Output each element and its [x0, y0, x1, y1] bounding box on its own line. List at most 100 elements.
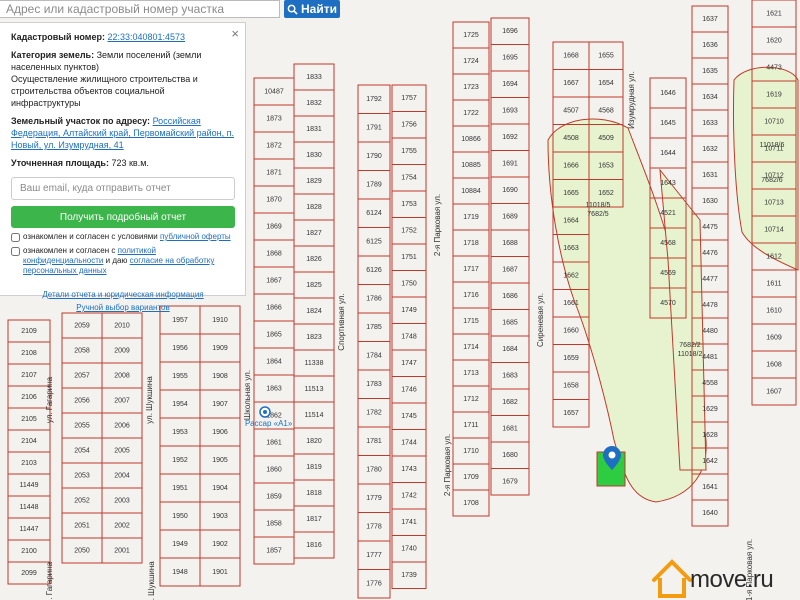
parcel-label: 1660	[563, 328, 579, 335]
parcel-label: 1830	[306, 152, 322, 159]
parcel-label: 1833	[306, 74, 322, 81]
get-report-button[interactable]: Получить подробный отчет	[11, 206, 235, 228]
parcel-label: 1645	[660, 120, 676, 127]
parcel-label: 1831	[306, 126, 322, 133]
search-button[interactable]: Найти	[284, 0, 340, 18]
parcel-label: 1631	[702, 172, 718, 179]
parcel-label: 2009	[114, 347, 130, 354]
parcel-label: 1829	[306, 178, 322, 185]
parcel-label: 2107	[21, 372, 37, 379]
parcel-label: 1684	[502, 346, 518, 353]
parcel-label: 2105	[21, 416, 37, 423]
special-parcel-label: 7682/5	[587, 211, 609, 218]
parcel-label: 1951	[172, 485, 188, 492]
consent-privacy-text: ознакомлен и согласен с политикой конфид…	[23, 246, 235, 276]
parcel-label: 1792	[366, 96, 382, 103]
area-row: Уточненная площадь: 723 кв.м.	[11, 157, 235, 169]
details-link[interactable]: Детали отчета и юридическая информация	[42, 290, 203, 299]
street-label: 2-я Парковая ул.	[433, 194, 442, 256]
parcel-label: 1953	[172, 429, 188, 436]
category-label: Категория земель:	[11, 50, 95, 60]
offer-link[interactable]: публичной оферты	[160, 232, 231, 241]
cadastral-label: Кадастровый номер:	[11, 32, 105, 42]
parcel-label: 1712	[463, 396, 479, 403]
parcel-label: 1783	[366, 381, 382, 388]
parcel-label: 2007	[114, 397, 130, 404]
poi-marker-icon[interactable]	[259, 406, 271, 418]
parcel-label: 1723	[463, 84, 479, 91]
parcel-label: 1756	[401, 122, 417, 129]
parcel-label: 1629	[702, 406, 718, 413]
consent-offer-checkbox[interactable]	[11, 233, 20, 242]
parcel-label: 1955	[172, 373, 188, 380]
parcel-label: 1692	[502, 134, 518, 141]
parcel-label: 1680	[502, 452, 518, 459]
parcel-label: 1823	[306, 334, 322, 341]
parcel-label: 1644	[660, 150, 676, 157]
parcel-label: 1860	[266, 466, 282, 473]
search-bar: Найти	[0, 0, 342, 18]
parcel-label: 1682	[502, 399, 518, 406]
parcel-label: 1870	[266, 196, 282, 203]
parcel-label: 1690	[502, 187, 518, 194]
parcel-label: 1786	[366, 296, 382, 303]
cadastral-number-link[interactable]: 22:33:040801:4573	[107, 32, 185, 42]
parcel-label: 1873	[266, 115, 282, 122]
parcel-label: 1740	[401, 546, 417, 553]
email-input[interactable]	[11, 177, 235, 200]
parcel-label: 4558	[702, 380, 718, 387]
consent-privacy-checkbox[interactable]	[11, 247, 20, 256]
parcel-label: 1819	[306, 464, 322, 471]
parcel-label: 1722	[463, 110, 479, 117]
parcel-label: 1633	[702, 120, 718, 127]
parcel-column-col-g1: 1637 1636 1635 1634 1633 1632 1631 1630 4475 4476…	[691, 5, 729, 527]
parcel-label: 2109	[21, 328, 37, 335]
parcel-label: 1664	[563, 218, 579, 225]
parcel-label: 2099	[21, 570, 37, 577]
parcel-label: 1778	[366, 524, 382, 531]
parcel-label: 1858	[266, 520, 282, 527]
parcel-label: 1749	[401, 307, 417, 314]
close-icon[interactable]: ×	[231, 27, 239, 40]
parcel-label: 2058	[74, 347, 90, 354]
parcel-label: 1906	[212, 429, 228, 436]
parcel-label: 1612	[766, 253, 782, 260]
parcel-label: 1688	[502, 240, 518, 247]
cadastral-row: Кадастровый номер: 22:33:040801:4573	[11, 31, 235, 43]
parcel-label: 1687	[502, 267, 518, 274]
street-label: ул. Шукшина	[145, 376, 154, 424]
parcel-label: 2106	[21, 394, 37, 401]
parcel-label: 2053	[74, 472, 90, 479]
parcel-label: 2108	[21, 350, 37, 357]
parcel-label: 1693	[502, 108, 518, 115]
house-logo-icon	[652, 559, 692, 598]
parcel-label: 2059	[74, 322, 90, 329]
parcel-label: 4568	[660, 240, 676, 247]
parcel-label: 2054	[74, 447, 90, 454]
consent-offer: ознакомлен и согласен с условиями публич…	[11, 232, 235, 242]
parcel-label: 1640	[702, 510, 718, 517]
parcel-label: 1694	[502, 81, 518, 88]
parcel-label: 1950	[172, 513, 188, 520]
parcel-label: 1621	[766, 10, 782, 17]
manual-choice-link[interactable]: Ручной выбор вариантов	[76, 303, 169, 312]
parcel-label: 1832	[306, 100, 322, 107]
parcel-label: 6125	[366, 239, 382, 246]
parcel-label: 1695	[502, 55, 518, 62]
parcel-label: 1757	[401, 95, 417, 102]
street-label: Школьная ул.	[243, 370, 252, 420]
parcel-label: 1869	[266, 223, 282, 230]
parcel-label: 2056	[74, 397, 90, 404]
parcel-label: 1709	[463, 474, 479, 481]
panel-links: Детали отчета и юридическая информация Р…	[11, 288, 235, 314]
search-input[interactable]	[0, 0, 280, 18]
parcel-label: 10713	[764, 199, 784, 206]
parcel-label: 1751	[401, 254, 417, 261]
street-label: ул. Гагарина	[45, 376, 54, 423]
location-pin-icon[interactable]	[603, 446, 621, 470]
parcel-label: 1657	[563, 410, 579, 417]
parcel-label: 1746	[401, 387, 417, 394]
parcel-label: 10714	[764, 226, 784, 233]
parcel-label: 1910	[212, 317, 228, 324]
parcel-label: 1779	[366, 495, 382, 502]
